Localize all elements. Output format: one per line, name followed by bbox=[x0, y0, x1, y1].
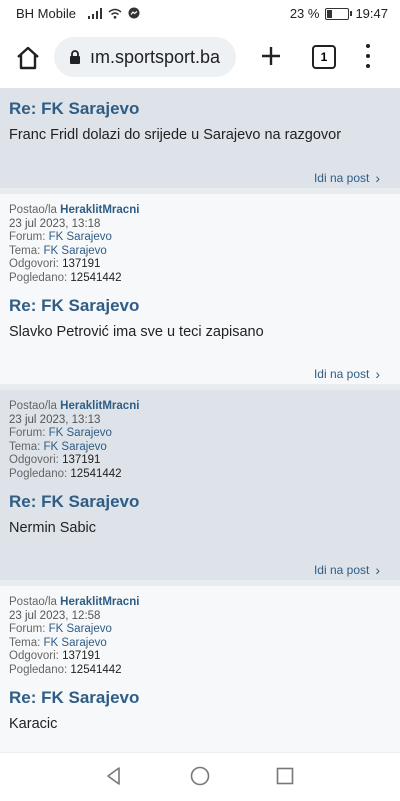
goto-post-link[interactable]: Idi na post › bbox=[314, 562, 380, 578]
post-forum-link[interactable]: FK Sarajevo bbox=[49, 623, 112, 635]
carrier-name: BH Mobile bbox=[16, 6, 76, 21]
status-bar: BH Mobile 23 % 19:47 bbox=[0, 0, 400, 28]
back-icon[interactable] bbox=[103, 765, 125, 787]
lock-icon bbox=[70, 50, 80, 64]
forum-post-list: Re: FK Sarajevo Franc Fridl dolazi do sr… bbox=[0, 88, 400, 752]
overflow-menu-icon[interactable] bbox=[360, 44, 376, 68]
post-topic-link[interactable]: FK Sarajevo bbox=[44, 245, 107, 257]
post-body: Franc Fridl dolazi do srijede u Sarajevo… bbox=[9, 127, 342, 143]
post-author[interactable]: HeraklitMracni bbox=[60, 400, 139, 412]
wifi-icon bbox=[108, 8, 122, 19]
post-topic-link[interactable]: FK Sarajevo bbox=[44, 441, 107, 453]
post-card: Postao/la HeraklitMracni 23 jul 2023, 12… bbox=[0, 586, 400, 752]
post-author[interactable]: HeraklitMracni bbox=[60, 204, 139, 216]
home-icon[interactable] bbox=[14, 44, 42, 72]
post-topic-link[interactable]: FK Sarajevo bbox=[44, 637, 107, 649]
post-views: 12541442 bbox=[70, 663, 122, 676]
chevron-right-icon: › bbox=[375, 366, 380, 382]
signal-icon bbox=[88, 7, 102, 19]
post-card: Re: FK Sarajevo Franc Fridl dolazi do sr… bbox=[0, 88, 400, 188]
post-title[interactable]: Re: FK Sarajevo bbox=[0, 688, 139, 708]
post-author[interactable]: HeraklitMracni bbox=[60, 596, 139, 608]
home-nav-icon[interactable] bbox=[189, 765, 211, 787]
post-card: Postao/la HeraklitMracni 23 jul 2023, 13… bbox=[0, 194, 400, 384]
url-text: ım.sportsport.ba bbox=[90, 46, 221, 67]
post-body: Slavko Petrović ima sve u teci zapisano bbox=[9, 324, 264, 340]
post-replies: 137191 bbox=[62, 454, 101, 466]
post-title[interactable]: Re: FK Sarajevo bbox=[0, 99, 139, 119]
post-forum-link[interactable]: FK Sarajevo bbox=[49, 427, 112, 439]
post-date: 23 jul 2023, 13:13 bbox=[9, 413, 101, 426]
battery-percent: 23 % bbox=[289, 6, 320, 21]
post-title[interactable]: Re: FK Sarajevo bbox=[0, 492, 139, 512]
clock: 19:47 bbox=[355, 6, 388, 21]
messenger-icon bbox=[128, 7, 140, 19]
post-card: Postao/la HeraklitMracni 23 jul 2023, 13… bbox=[0, 390, 400, 580]
goto-post-link[interactable]: Idi na post › bbox=[314, 366, 380, 382]
post-date: 23 jul 2023, 13:18 bbox=[9, 217, 101, 230]
signal-indicators bbox=[88, 7, 140, 19]
post-date: 23 jul 2023, 12:58 bbox=[9, 609, 101, 622]
post-forum-link[interactable]: FK Sarajevo bbox=[49, 231, 112, 243]
post-replies: 137191 bbox=[62, 650, 101, 662]
post-meta: Postao/la HeraklitMracni 23 jul 2023, 13… bbox=[0, 390, 400, 481]
post-views: 12541442 bbox=[70, 271, 122, 284]
address-bar[interactable]: ım.sportsport.ba bbox=[54, 37, 236, 77]
goto-post-link[interactable]: Idi na post › bbox=[314, 170, 380, 186]
browser-toolbar: ım.sportsport.ba 1 bbox=[0, 28, 400, 88]
new-tab-icon[interactable] bbox=[258, 43, 284, 69]
post-title[interactable]: Re: FK Sarajevo bbox=[0, 296, 139, 316]
tab-switcher-button[interactable]: 1 bbox=[312, 45, 336, 69]
system-navigation-bar bbox=[0, 752, 400, 801]
post-views: 12541442 bbox=[70, 467, 122, 480]
post-meta: Postao/la HeraklitMracni 23 jul 2023, 12… bbox=[0, 586, 400, 677]
recents-icon[interactable] bbox=[274, 765, 296, 787]
chevron-right-icon: › bbox=[375, 562, 380, 578]
battery-icon bbox=[325, 7, 353, 20]
post-meta: Postao/la HeraklitMracni 23 jul 2023, 13… bbox=[0, 194, 400, 285]
post-replies: 137191 bbox=[62, 258, 101, 270]
post-body: Nermin Sabic bbox=[9, 520, 97, 536]
post-body: Karacic bbox=[9, 716, 58, 732]
chevron-right-icon: › bbox=[375, 170, 380, 186]
